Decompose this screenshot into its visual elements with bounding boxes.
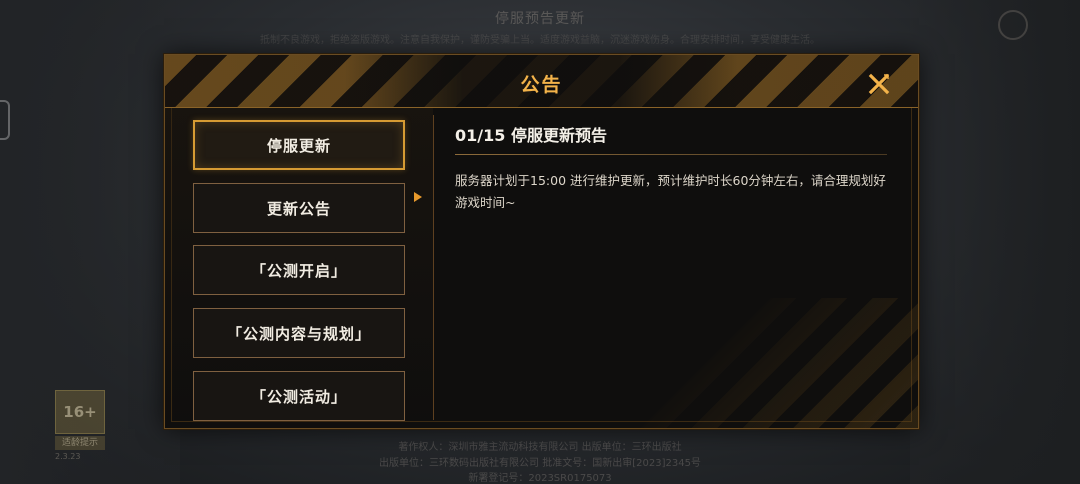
title-divider — [455, 154, 887, 155]
settings-gear-icon[interactable] — [998, 10, 1028, 40]
hazard-stripe-decoration — [618, 298, 918, 428]
active-tab-arrow-icon — [414, 192, 422, 202]
column-divider — [433, 115, 434, 420]
background-shade-right — [910, 0, 1080, 484]
background-health-notice: 抵制不良游戏，拒绝盗版游戏。注意自我保护，谨防受骗上当。适度游戏益脑，沉迷游戏伤… — [260, 35, 820, 46]
close-x-icon — [868, 73, 890, 95]
background-title: 停服预告更新 — [495, 11, 585, 27]
announcement-body: 服务器计划于15:00 进行维护更新，预计维护时长60分钟左右，请合理规划好游戏… — [455, 173, 886, 210]
age-rating-badge: 16+ — [55, 390, 105, 434]
modal-title: 公告 — [520, 74, 563, 96]
side-tab-handle[interactable] — [0, 100, 10, 140]
tab-list: 停服更新 更新公告 「公测开启」 「公测内容与规划」 「公测活动」 — [165, 108, 433, 428]
footer-line: 著作权人：深圳市雅主流动科技有限公司 出版单位：三环出版社 — [398, 442, 682, 453]
tab-shutdown-update[interactable]: 停服更新 — [193, 120, 405, 170]
tab-public-test-open[interactable]: 「公测开启」 — [193, 245, 405, 295]
announcement-modal: 公告 停服更新 更新公告 「公测开启」 「公测内容与规划」 「公测活动」 01/… — [164, 54, 919, 429]
footer-line: 新署登记号：2023SR0175073 — [468, 473, 612, 484]
modal-header: 公告 — [165, 55, 918, 108]
tab-public-test-content[interactable]: 「公测内容与规划」 — [193, 308, 405, 358]
announcement-title: 01/15 停服更新预告 — [455, 126, 607, 145]
age-rating-tag: 适龄提示 — [55, 436, 105, 450]
tab-update-notice[interactable]: 更新公告 — [193, 183, 405, 233]
age-rating-code: 2.3.23 — [55, 452, 81, 461]
footer-line: 出版单位：三环数码出版社有限公司 批准文号：国新出审[2023]2345号 — [379, 458, 701, 469]
tab-public-test-events[interactable]: 「公测活动」 — [193, 371, 405, 421]
close-button[interactable] — [868, 73, 890, 95]
